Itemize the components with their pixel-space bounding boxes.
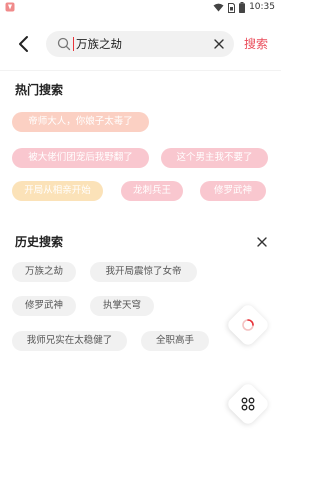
hot-search-tag[interactable]: 这个男主我不要了 — [161, 148, 268, 168]
status-time: 10:35 — [249, 2, 275, 12]
floating-refresh-button[interactable] — [225, 302, 271, 348]
app-notification-icon — [5, 2, 15, 12]
sim-card-icon — [228, 2, 236, 13]
search-icon — [57, 37, 71, 51]
close-icon[interactable] — [255, 235, 269, 249]
arrow-left-icon[interactable] — [14, 34, 34, 54]
search-query[interactable]: 万族之劫 — [76, 36, 122, 52]
battery-icon — [239, 2, 246, 13]
hot-search-tag[interactable]: 修罗武神 — [200, 181, 266, 201]
hot-search-tag[interactable]: 被大佬们团宠后我野翻了 — [12, 148, 149, 168]
search-header: 万族之劫 搜索 — [0, 28, 281, 60]
grid-apps-icon — [241, 397, 255, 411]
history-search-tag[interactable]: 全职高手 — [141, 331, 209, 351]
hot-search-tag[interactable]: 帝师大人，你娘子太毒了 — [12, 112, 149, 132]
hot-search-tag[interactable]: 开局从相亲开始 — [12, 181, 103, 201]
history-search-tag[interactable]: 修罗武神 — [12, 296, 76, 316]
history-search-tag[interactable]: 万族之劫 — [12, 262, 76, 282]
history-search-tag[interactable]: 执掌天穹 — [90, 296, 154, 316]
history-search-tag[interactable]: 我开局震惊了女帝 — [90, 262, 197, 282]
hot-search-title: 热门搜索 — [15, 83, 64, 97]
hot-search-tag[interactable]: 龙刺兵王 — [121, 181, 183, 201]
header-divider — [0, 70, 281, 71]
wifi-icon — [213, 3, 224, 12]
search-button[interactable]: 搜索 — [244, 35, 268, 53]
search-input[interactable]: 万族之劫 — [46, 31, 234, 57]
floating-menu-button[interactable] — [225, 381, 271, 427]
text-cursor — [73, 37, 74, 51]
status-bar: 10:35 — [0, 0, 281, 15]
history-search-title: 历史搜索 — [15, 235, 64, 249]
close-icon[interactable] — [212, 37, 226, 51]
loading-ring-icon — [242, 319, 254, 331]
history-search-tag[interactable]: 我师兄实在太稳健了 — [12, 331, 127, 351]
